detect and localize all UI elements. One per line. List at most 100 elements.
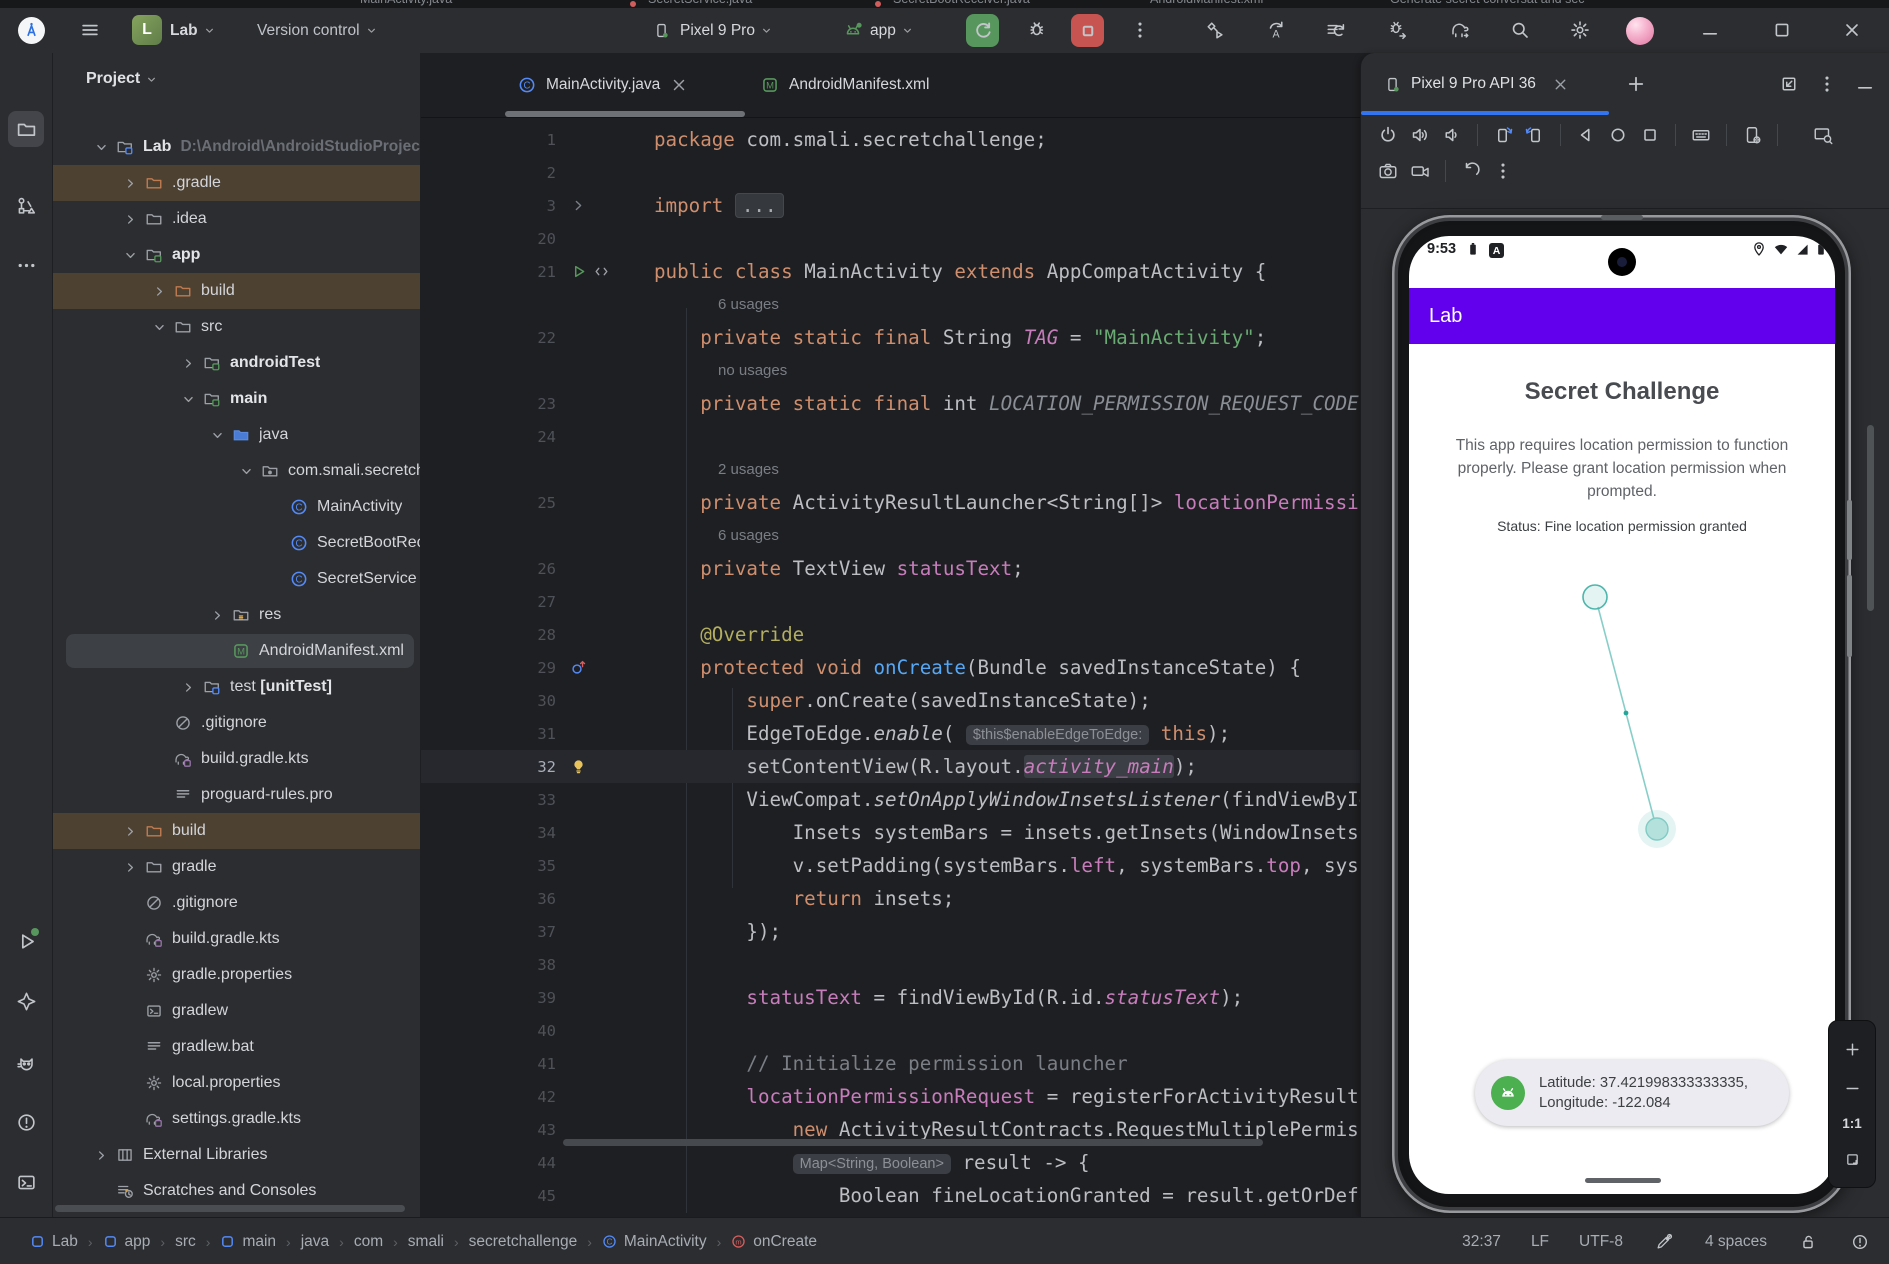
project-horizontal-scrollbar[interactable] [55,1205,405,1212]
apply-lines-button[interactable] [1320,14,1352,46]
tree-item-build[interactable]: build [53,273,420,309]
breadcrumb-smali[interactable]: smali [408,1233,444,1251]
debug-button[interactable] [1022,15,1052,45]
tree-item-java[interactable]: java [53,417,420,453]
overrides-method-icon[interactable] [570,659,587,676]
emulator-scrollbar[interactable] [1867,425,1874,611]
keyboard-icon[interactable] [1690,124,1712,146]
activity-bar-run-play-button[interactable] [8,923,44,959]
tree-item-gradlew-bat[interactable]: gradlew.bat [53,1029,420,1065]
lock-open-icon[interactable] [1797,1231,1819,1253]
win-minimize-button[interactable] [1694,14,1726,46]
tree-expand-chevron-icon[interactable] [93,1147,109,1163]
tree-item-gradle-properties[interactable]: gradle.properties [53,957,420,993]
tree-expand-chevron-icon[interactable] [122,859,138,875]
breadcrumb-main[interactable]: main [220,1233,276,1251]
usages-hint[interactable]: 2 usages [718,461,779,478]
tree-expand-chevron-icon[interactable] [122,823,138,839]
tree-collapse-chevron-icon[interactable] [180,391,196,407]
search-button[interactable] [1504,14,1536,46]
usages-hint[interactable]: 6 usages [718,296,779,313]
float-dock-icon[interactable] [1778,73,1800,95]
tree-collapse-chevron-icon[interactable] [238,463,254,479]
win-maximize-button[interactable] [1766,14,1798,46]
tree-item-test[interactable]: test [unitTest] [53,669,420,705]
tree-expand-chevron-icon[interactable] [209,607,225,623]
tree-item-secretservice[interactable]: C SecretService [53,561,420,597]
code-area[interactable]: 1 package com.smali.secretchallenge; 2 3 imp… [421,123,1360,1217]
device-settings-icon[interactable] [1741,124,1763,146]
stop-button[interactable] [1071,14,1104,47]
hamburger-menu-icon[interactable] [74,14,106,46]
code-editor[interactable]: C MainActivity.java M AndroidManifest.xml 1… [421,53,1360,1217]
tree-item-app[interactable]: app [53,237,420,273]
tree-item--gitignore[interactable]: .gitignore [53,885,420,921]
navigation-handle[interactable] [1585,1178,1661,1183]
new-tab-plus-icon[interactable] [1625,73,1647,95]
minus-icon[interactable] [1841,1077,1863,1099]
status-widget-4-spaces[interactable]: 4 spaces [1705,1233,1767,1251]
status-widget-32-37[interactable]: 32:37 [1462,1233,1501,1251]
activity-bar-gemini-diamond-button[interactable] [8,983,44,1019]
tree-item-proguard-rules-pro[interactable]: proguard-rules.pro [53,777,420,813]
gradle-sync-button[interactable] [1444,14,1476,46]
plus-icon[interactable] [1841,1038,1863,1060]
rotate-right-icon[interactable] [1524,124,1546,146]
settings-gear-button[interactable] [1564,14,1596,46]
editor-horizontal-scrollbar[interactable] [563,1139,1263,1146]
close-icon[interactable] [668,74,690,96]
build-hammer-button[interactable] [1199,14,1231,46]
tree-item-gradlew[interactable]: gradlew [53,993,420,1029]
project-panel-title[interactable]: Project [86,61,158,97]
editor-tab-mainactivity-java[interactable]: C MainActivity.java [516,53,690,117]
breadcrumb-mainactivity[interactable]: C MainActivity [602,1233,707,1251]
breadcrumb-secretchallenge[interactable]: secretchallenge [469,1233,578,1251]
tree-item-main[interactable]: main [53,381,420,417]
tree-item-androidmanifest-xml[interactable]: M AndroidManifest.xml [53,633,420,669]
tree-expand-chevron-icon[interactable] [180,355,196,371]
intention-bulb-icon[interactable] [570,758,587,775]
tree-item-secretbootreceiver[interactable]: C SecretBootReceiver [53,525,420,561]
tree-expand-chevron-icon[interactable] [180,679,196,695]
nav-back-icon[interactable] [1575,124,1597,146]
status-widget-lf[interactable]: LF [1531,1233,1549,1251]
tree-item--gradle[interactable]: .gradle [53,165,420,201]
fold-chevron-icon[interactable] [570,197,587,214]
tree-item-local-properties[interactable]: local.properties [53,1065,420,1101]
tree-item-com-smali-secretchallenge[interactable]: com.smali.secretchallenge [53,453,420,489]
usages-hint[interactable]: 6 usages [718,527,779,544]
tree-collapse-chevron-icon[interactable] [209,427,225,443]
nav-home-icon[interactable] [1607,124,1629,146]
run-configuration-selector[interactable]: app [842,8,914,53]
tree-collapse-chevron-icon[interactable] [93,139,109,155]
highlight-pen-icon[interactable] [1653,1231,1675,1253]
tree-item-build-gradle-kts[interactable]: build.gradle.kts [53,741,420,777]
tree-expand-chevron-icon[interactable] [122,175,138,191]
tree-item-res[interactable]: res [53,597,420,633]
breadcrumb-java[interactable]: java [301,1233,329,1251]
activity-bar-more-h-button[interactable] [8,247,44,283]
device-selector[interactable]: Pixel 9 Pro [650,8,773,53]
tree-item--gitignore[interactable]: .gitignore [53,705,420,741]
breadcrumb-com[interactable]: com [354,1233,383,1251]
tree-item--idea[interactable]: .idea [53,201,420,237]
tree-item-build[interactable]: build [53,813,420,849]
volume-down-icon[interactable] [1441,124,1463,146]
kebab-icon[interactable] [1492,160,1514,182]
rerun-button[interactable] [966,14,999,47]
phone-screen[interactable]: 9:53 A Lab Secret Challenge This app req… [1409,236,1835,1194]
user-avatar[interactable] [1626,17,1654,45]
breadcrumb-oncreate[interactable]: m onCreate [731,1233,817,1251]
breadcrumb-app[interactable]: app [103,1233,150,1251]
activity-bar-problems-button[interactable] [8,1104,44,1140]
activity-bar-logcat-cat-button[interactable] [8,1045,44,1081]
nav-recents-icon[interactable] [1639,124,1661,146]
tree-item-build-gradle-kts[interactable]: build.gradle.kts [53,921,420,957]
kebab-icon[interactable] [1816,73,1838,95]
editor-tab-androidmanifest-xml[interactable]: M AndroidManifest.xml [759,53,929,117]
tree-item-src[interactable]: src [53,309,420,345]
screen-search-icon[interactable] [1812,124,1834,146]
rotate-left-icon[interactable] [1492,124,1514,146]
tree-item-settings-gradle-kts[interactable]: settings.gradle.kts [53,1101,420,1137]
emulator-device-tab[interactable]: Pixel 9 Pro API 36 [1381,53,1572,115]
